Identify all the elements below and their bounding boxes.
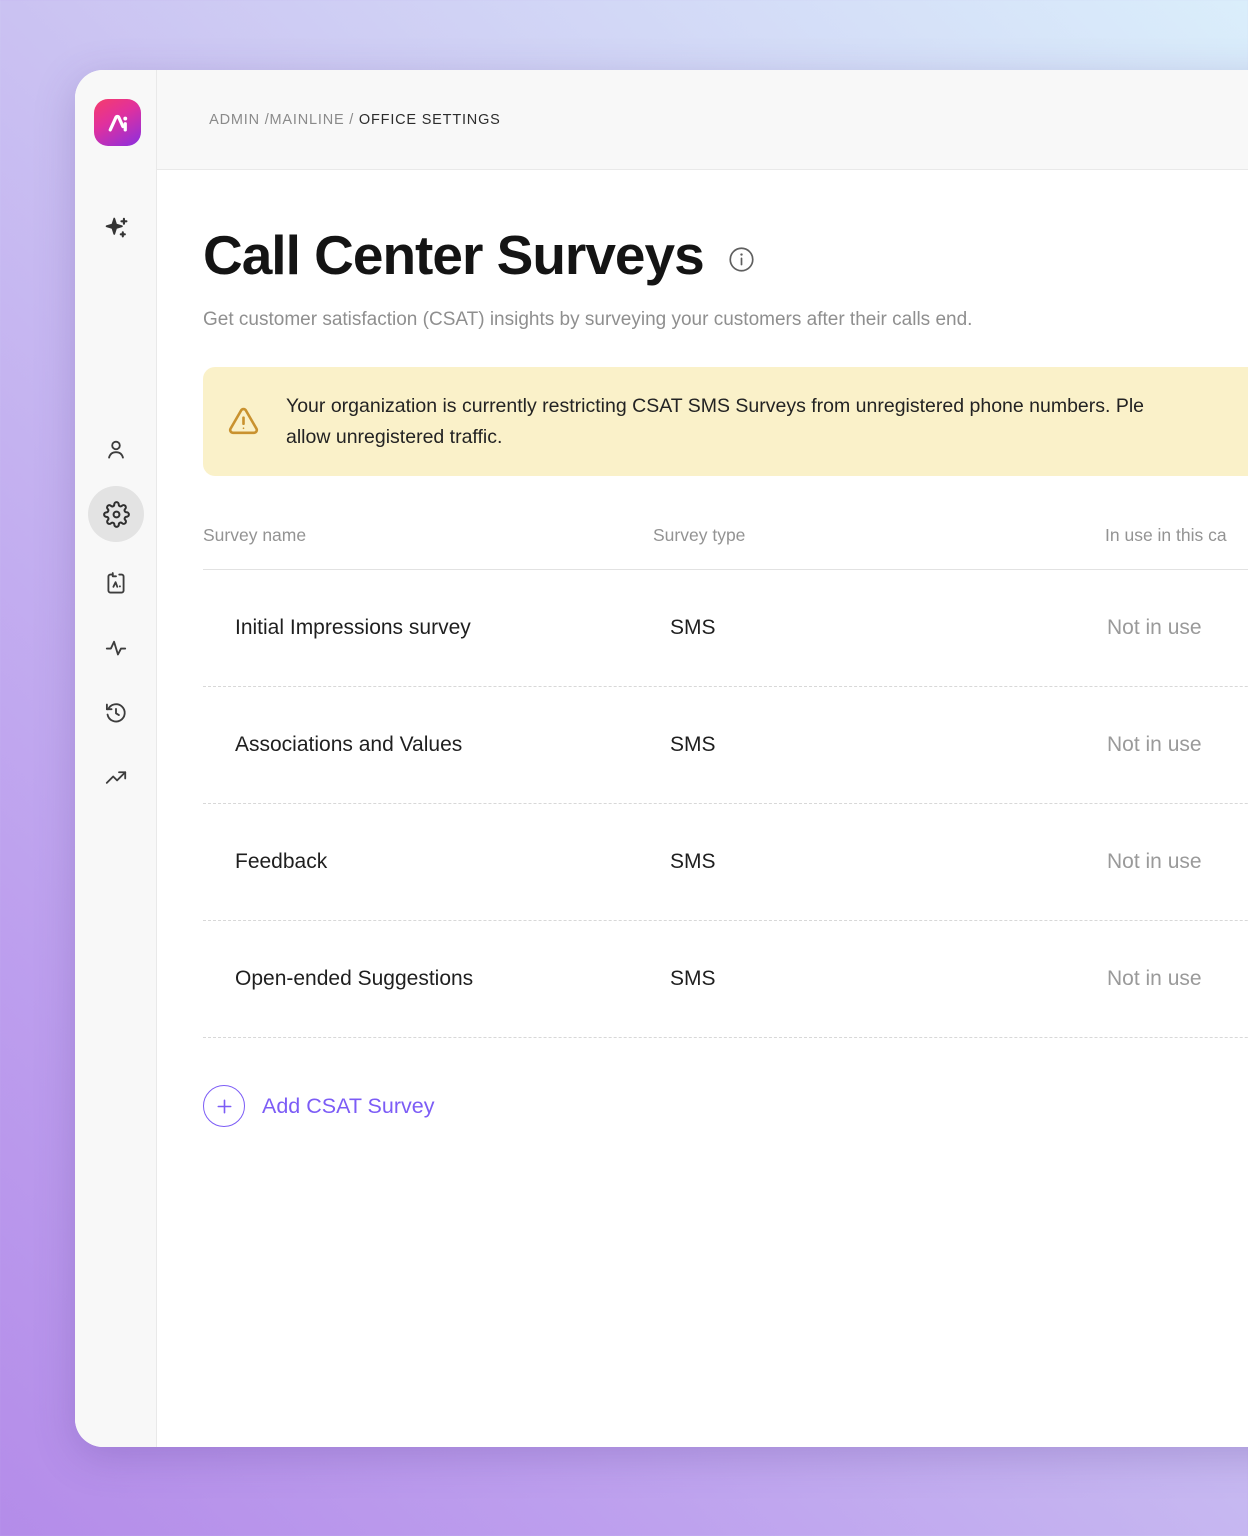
sparkles-icon — [103, 215, 130, 242]
add-csat-survey-button[interactable]: Add CSAT Survey — [203, 1085, 434, 1127]
sidebar-item-contacts[interactable] — [92, 426, 140, 474]
survey-type: SMS — [653, 616, 1105, 640]
breadcrumb-current: OFFICE SETTINGS — [359, 112, 501, 128]
sidebar-item-settings[interactable] — [88, 486, 144, 542]
column-header-survey-name: Survey name — [203, 525, 653, 546]
breadcrumb-section[interactable]: ADMIN /MAINLINE / — [209, 112, 359, 128]
sidebar-item-ai-assistant[interactable] — [92, 204, 140, 252]
info-icon[interactable] — [728, 246, 755, 273]
user-icon — [103, 437, 129, 463]
trending-up-icon — [103, 765, 129, 791]
warning-icon — [227, 405, 260, 443]
survey-status: Not in use — [1105, 733, 1248, 757]
app-logo[interactable] — [94, 99, 141, 146]
column-header-survey-type: Survey type — [653, 525, 1105, 546]
table-row[interactable]: Open-ended Suggestions SMS Not in use — [203, 921, 1248, 1038]
survey-name: Associations and Values — [203, 733, 653, 757]
survey-type: SMS — [653, 733, 1105, 757]
survey-type: SMS — [653, 850, 1105, 874]
survey-name: Open-ended Suggestions — [203, 967, 653, 991]
survey-status: Not in use — [1105, 850, 1248, 874]
survey-status: Not in use — [1105, 967, 1248, 991]
survey-name: Feedback — [203, 850, 653, 874]
survey-status: Not in use — [1105, 616, 1248, 640]
surveys-table-header: Survey name Survey type In use in this c… — [203, 511, 1248, 570]
add-csat-survey-label: Add CSAT Survey — [262, 1094, 434, 1119]
sidebar — [75, 70, 157, 1447]
sidebar-item-ai-notes[interactable] — [92, 559, 140, 607]
table-row[interactable]: Feedback SMS Not in use — [203, 804, 1248, 921]
table-row[interactable]: Associations and Values SMS Not in use — [203, 687, 1248, 804]
plus-icon — [203, 1085, 245, 1127]
activity-icon — [103, 635, 129, 661]
ai-logo-icon — [103, 108, 133, 138]
column-header-in-use: In use in this ca — [1105, 525, 1248, 546]
sidebar-item-activity[interactable] — [92, 624, 140, 672]
gear-icon — [103, 501, 130, 528]
history-icon — [103, 700, 129, 726]
survey-name: Initial Impressions survey — [203, 616, 653, 640]
main-content: Call Center Surveys Get customer satisfa… — [157, 171, 1248, 1447]
table-row[interactable]: Initial Impressions survey SMS Not in us… — [203, 570, 1248, 687]
app-window: ADMIN /MAINLINE / OFFICE SETTINGS Call C… — [75, 70, 1248, 1447]
sidebar-item-analytics[interactable] — [92, 754, 140, 802]
topbar: ADMIN /MAINLINE / OFFICE SETTINGS — [157, 70, 1248, 170]
breadcrumb[interactable]: ADMIN /MAINLINE / OFFICE SETTINGS — [181, 96, 501, 144]
sidebar-item-history[interactable] — [92, 689, 140, 737]
page-subtitle: Get customer satisfaction (CSAT) insight… — [203, 309, 972, 331]
clipboard-ai-icon — [103, 570, 129, 596]
warning-banner-line1: Your organization is currently restricti… — [286, 391, 1144, 422]
warning-banner-text: Your organization is currently restricti… — [286, 391, 1144, 453]
survey-type: SMS — [653, 967, 1105, 991]
warning-banner: Your organization is currently restricti… — [203, 367, 1248, 476]
surveys-table: Survey name Survey type In use in this c… — [203, 511, 1248, 1038]
page-title: Call Center Surveys — [203, 223, 704, 287]
warning-banner-line2: allow unregistered traffic. — [286, 422, 1144, 453]
